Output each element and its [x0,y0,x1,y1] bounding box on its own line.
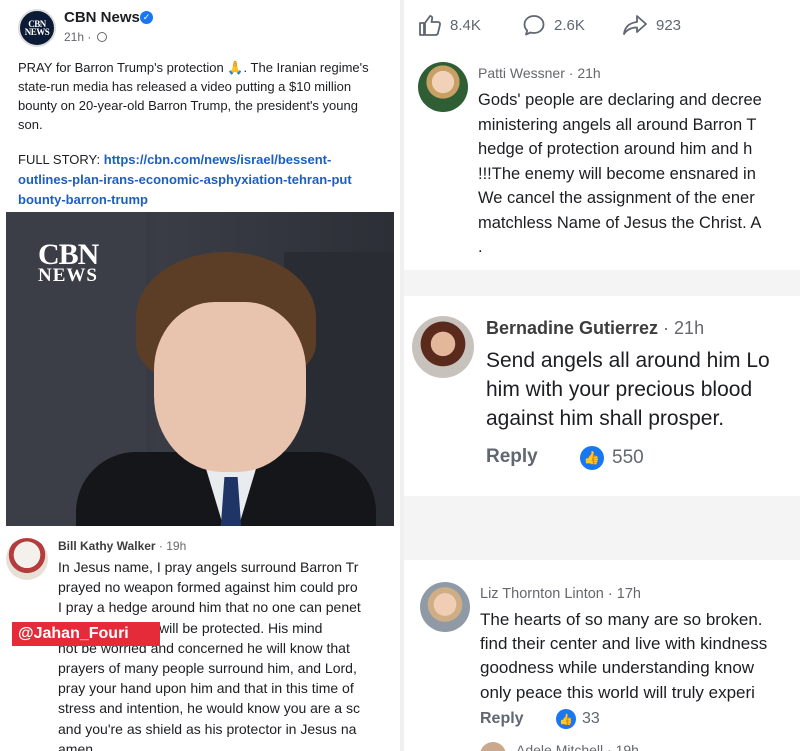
comment-text: The hearts of so many are so broken. fin… [480,608,767,705]
post-time-text: 21h · [64,30,92,44]
divider [404,496,800,560]
thumbs-up-icon [419,15,441,36]
comment-text: In Jesus name, I pray angels surround Ba… [58,557,361,751]
comment-line: We cancel the assignment of the ener [478,189,755,207]
full-story-link[interactable]: https://cbn.com/news/israel/bessent- [104,152,332,167]
comment-line: matchless Name of Jesus the Christ. A [478,213,762,232]
full-story-link[interactable]: bounty-barron-trump [18,192,148,207]
like-count-text: 550 [612,447,644,468]
post-line: PRAY for Barron Trump's protection 🙏. Th… [18,60,369,75]
globe-icon [96,32,107,42]
comment-line: !!!The enemy will become ensnared in [478,164,756,183]
comment-author-name: Liz Thornton Linton [480,586,604,602]
avatar[interactable] [6,538,48,580]
comment-line: I pray a hedge around him that no one ca… [58,599,361,616]
like-count-text: 33 [582,710,600,727]
avatar[interactable] [420,582,470,632]
comment-text: Send angels all around him Lo him with y… [486,346,770,433]
post-line: son. [18,117,43,132]
comment-line: prayed no weapon formed against him coul… [58,579,358,596]
jahan-fouri-watermark: @Jahan_Fouri [12,622,160,646]
comment-author[interactable]: Patti Wessner · 21h [478,65,601,81]
comment-line: hedge of protection around him and h [478,140,753,158]
comment-line: pray your hand upon him and that in this… [58,680,354,697]
comment-author-name: Adele Mitchell [516,742,604,751]
reply-button[interactable]: Reply [480,710,524,728]
cbn-news-watermark: CBN NEWS [38,238,99,286]
comment-author-name: Bill Kathy Walker [58,539,156,553]
comment-time: · 21h [658,318,705,338]
verified-badge-icon: ✓ [140,11,153,24]
comment-bernadine-gutierrez: Bernadine Gutierrez · 21h Send angels al… [404,296,800,496]
like-badge-icon: 👍 [556,709,576,729]
comment-line: him with your precious blood [486,378,753,401]
cbn-news-logo[interactable]: CBN NEWS [18,9,56,47]
full-story: FULL STORY: https://cbn.com/news/israel/… [18,150,352,210]
like-count[interactable]: 8.4K [418,14,481,36]
comment-line: . [478,238,483,256]
watermark-cbn: CBN [38,238,99,271]
comment-line: goodness while understanding know [480,658,755,678]
comment-line: Send angels all around him Lo [486,349,770,372]
share-arrow-icon [623,15,647,35]
post-timestamp[interactable]: 21h · [64,30,107,44]
comment-patti-wessner: Patti Wessner · 21h Gods' people are dec… [404,50,800,270]
avatar[interactable] [418,62,468,112]
comment-author[interactable]: Liz Thornton Linton · 17h [480,586,641,602]
next-comment-author[interactable]: Adele Mitchell · 19h [516,742,639,751]
logo-text-bottom: NEWS [24,27,50,37]
reply-button[interactable]: Reply [486,446,538,468]
post-line: bounty on 20-year-old Barron Trump, the … [18,98,358,113]
comment-line: ministering angels all around Barron T [478,115,757,134]
reaction-bar: 8.4K 2.6K 923 [404,0,800,50]
comment-count[interactable]: 2.6K [522,14,585,36]
comment-bubble-icon [523,15,545,36]
comment-author[interactable]: Bernadine Gutierrez · 21h [486,318,704,339]
share-count-text: 923 [656,16,682,34]
post-photo[interactable]: CBN NEWS [6,212,394,526]
comment-line: find their center and live with kindness [480,634,768,654]
comment-time: · 19h [155,539,187,553]
comment-line: prayers of many people surround him, and… [58,660,357,677]
comment-line: The hearts of so many are so broken. [480,610,763,629]
comment-line: amen [58,740,94,751]
comment-author-name: Bernadine Gutierrez [486,318,659,338]
full-story-label: FULL STORY: [18,152,104,167]
post-body: PRAY for Barron Trump's protection 🙏. Th… [18,58,398,134]
like-count-text: 8.4K [450,16,481,34]
full-story-link[interactable]: outlines-plan-irans-economic-asphyxiatio… [18,172,352,187]
comment-time: · 21h [564,65,601,81]
post-line: state-run media has released a video put… [18,79,352,94]
comment-line: In Jesus name, I pray angels surround Ba… [58,559,359,575]
divider [404,270,800,296]
photo-face [154,302,306,472]
comment-text: Gods' people are declaring and decree mi… [478,88,762,260]
comment-line: Gods' people are declaring and decree [478,91,762,109]
post-card: CBN NEWS CBN News ✓ 21h · PRAY for Barro… [0,0,400,530]
comment-author[interactable]: Bill Kathy Walker · 19h [58,539,186,553]
avatar[interactable] [480,742,506,751]
avatar[interactable] [412,316,474,378]
comment-like-count[interactable]: 👍 33 [556,709,600,729]
page-name[interactable]: CBN News [64,9,140,26]
comment-line: only peace this world will truly experi [480,682,755,702]
like-badge-icon: 👍 [580,446,604,470]
comment-author-name: Patti Wessner [478,65,565,81]
comment-time: · 17h [603,586,641,602]
watermark-news: NEWS [38,264,98,286]
comment-line: against him shall prosper. [486,407,725,430]
comment-line: and you're as shield as his protector in… [58,720,357,737]
comment-like-count[interactable]: 👍 550 [580,446,644,470]
share-count[interactable]: 923 [622,14,681,36]
comment-line: stress and intention, he would know you … [58,700,360,717]
comment-count-text: 2.6K [554,16,585,34]
comment-time: · 19h [603,742,639,751]
comment-liz-thornton-linton: Liz Thornton Linton · 17h The hearts of … [404,560,800,751]
